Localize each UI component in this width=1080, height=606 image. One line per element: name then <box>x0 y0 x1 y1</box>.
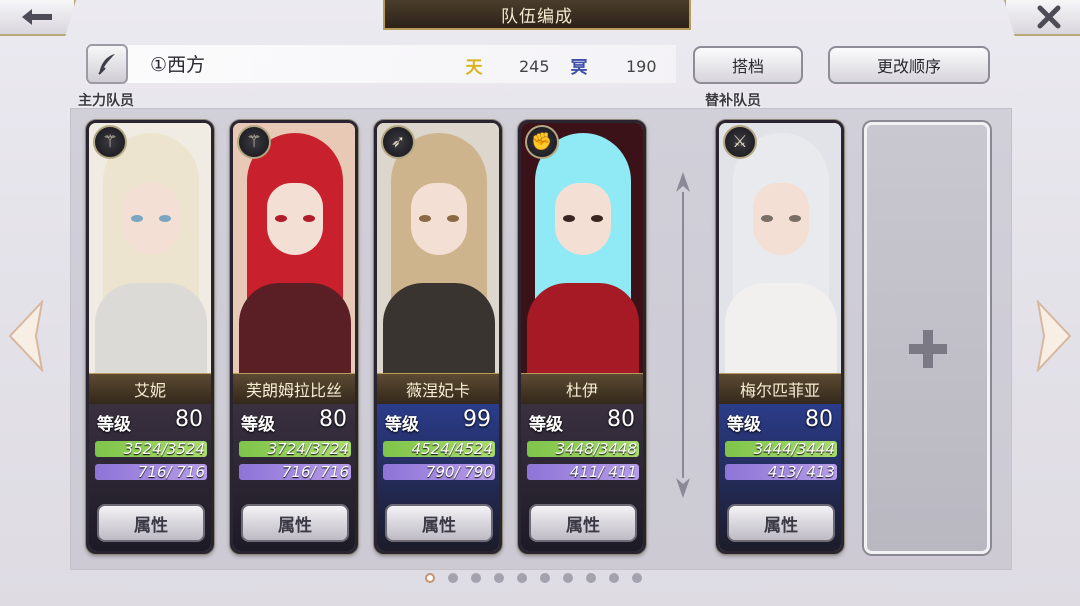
character-portrait: ➶ <box>377 123 499 375</box>
member-card[interactable]: ⚚ 艾妮 等级 80 3524/3524 716/ 716 属性 <box>86 120 214 554</box>
portrait-eye-right <box>591 215 603 222</box>
character-stats: 等级 80 3448/3448 411/ 411 属性 <box>521 404 643 551</box>
underworld-currency-value: 190 <box>626 57 657 76</box>
character-portrait: ⚚ <box>233 123 355 375</box>
portrait-eye-right <box>303 215 315 222</box>
portrait-eye-right <box>159 215 171 222</box>
member-card[interactable]: ➶ 薇涅妃卡 等级 99 4524/4524 790/ 790 属性 <box>374 120 502 554</box>
portrait-eye-left <box>761 215 773 222</box>
arrow-left-icon <box>22 9 52 25</box>
portrait-eye-left <box>275 215 287 222</box>
character-stats: 等级 80 3444/3444 413/ 413 属性 <box>719 404 841 551</box>
level-label: 等级 <box>529 415 563 435</box>
quill-icon <box>98 54 115 75</box>
next-page-arrow-icon[interactable] <box>1034 300 1074 372</box>
back-button[interactable] <box>0 0 76 36</box>
page-dot[interactable] <box>494 573 504 583</box>
level-value: 99 <box>463 407 491 432</box>
level-label: 等级 <box>241 415 275 435</box>
fist-icon: ✊ <box>525 125 559 159</box>
sub-members-label: 替补队员 <box>705 93 761 109</box>
portrait-body <box>95 283 207 375</box>
staff-icon: ⚚ <box>237 125 271 159</box>
level-value: 80 <box>319 407 347 432</box>
character-portrait: ⚔ <box>719 123 841 375</box>
partner-button[interactable]: 搭档 <box>693 46 803 84</box>
page-dot[interactable] <box>540 573 550 583</box>
portrait-body <box>725 283 837 375</box>
hp-bar: 3444/3444 <box>725 441 837 457</box>
level-label: 等级 <box>385 415 419 435</box>
portrait-eye-right <box>789 215 801 222</box>
main-members-label: 主力队员 <box>78 93 134 109</box>
hp-bar: 3524/3524 <box>95 441 207 457</box>
member-card[interactable]: ✊ 杜伊 等级 80 3448/3448 411/ 411 属性 <box>518 120 646 554</box>
bow-icon: ➶ <box>381 125 415 159</box>
attributes-button[interactable]: 属性 <box>97 504 205 542</box>
page-title: 队伍编成 <box>383 0 691 30</box>
character-name: 薇涅妃卡 <box>377 373 499 405</box>
character-name: 梅尔匹菲亚 <box>719 373 841 405</box>
page-dot[interactable] <box>609 573 619 583</box>
page-dot[interactable] <box>425 573 435 583</box>
hp-bar: 3448/3448 <box>527 441 639 457</box>
team-name: ①西方 <box>150 54 206 76</box>
character-name: 芙朗姆拉比丝 <box>233 373 355 405</box>
portrait-eye-left <box>419 215 431 222</box>
level-value: 80 <box>607 407 635 432</box>
staff-icon: ⚚ <box>93 125 127 159</box>
mp-bar: 716/ 716 <box>95 464 207 480</box>
page-dot[interactable] <box>517 573 527 583</box>
sword-icon: ⚔ <box>723 125 757 159</box>
portrait-body <box>239 283 351 375</box>
member-card[interactable]: ⚔ 梅尔匹菲亚 等级 80 3444/3444 413/ 413 属性 <box>716 120 844 554</box>
level-label: 等级 <box>727 415 761 435</box>
character-stats: 等级 80 3524/3524 716/ 716 属性 <box>89 404 211 551</box>
hp-bar: 4524/4524 <box>383 441 495 457</box>
portrait-eye-right <box>447 215 459 222</box>
mp-bar: 413/ 413 <box>725 464 837 480</box>
level-value: 80 <box>175 407 203 432</box>
mp-bar: 716/ 716 <box>239 464 351 480</box>
character-stats: 等级 99 4524/4524 790/ 790 属性 <box>377 404 499 551</box>
reorder-button[interactable]: 更改顺序 <box>828 46 990 84</box>
page-dot[interactable] <box>448 573 458 583</box>
portrait-eye-left <box>563 215 575 222</box>
hp-bar: 3724/3724 <box>239 441 351 457</box>
close-button[interactable] <box>1004 0 1080 36</box>
mp-bar: 790/ 790 <box>383 464 495 480</box>
underworld-currency-icon: 冥 <box>570 57 588 78</box>
attributes-button[interactable]: 属性 <box>241 504 349 542</box>
page-dot[interactable] <box>586 573 596 583</box>
character-portrait: ✊ <box>521 123 643 375</box>
close-icon <box>1037 5 1061 29</box>
page-dot[interactable] <box>471 573 481 583</box>
character-name: 艾妮 <box>89 373 211 405</box>
character-portrait: ⚚ <box>89 123 211 375</box>
attributes-button[interactable]: 属性 <box>385 504 493 542</box>
mp-bar: 411/ 411 <box>527 464 639 480</box>
character-name: 杜伊 <box>521 373 643 405</box>
rename-team-button[interactable] <box>86 44 128 84</box>
attributes-button[interactable]: 属性 <box>727 504 835 542</box>
attributes-button[interactable]: 属性 <box>529 504 637 542</box>
plus-icon <box>909 330 947 368</box>
character-stats: 等级 80 3724/3724 716/ 716 属性 <box>233 404 355 551</box>
prev-page-arrow-icon[interactable] <box>6 300 46 372</box>
level-label: 等级 <box>97 415 131 435</box>
page-dot[interactable] <box>563 573 573 583</box>
level-value: 80 <box>805 407 833 432</box>
portrait-body <box>383 283 495 375</box>
heaven-currency-value: 245 <box>519 57 550 76</box>
add-member-slot[interactable] <box>864 122 990 554</box>
portrait-body <box>527 283 639 375</box>
divider-arrows-icon <box>676 172 690 498</box>
member-card[interactable]: ⚚ 芙朗姆拉比丝 等级 80 3724/3724 716/ 716 属性 <box>230 120 358 554</box>
page-indicator <box>425 573 642 583</box>
heaven-currency-icon: 天 <box>465 57 483 78</box>
page-dot[interactable] <box>632 573 642 583</box>
portrait-eye-left <box>131 215 143 222</box>
